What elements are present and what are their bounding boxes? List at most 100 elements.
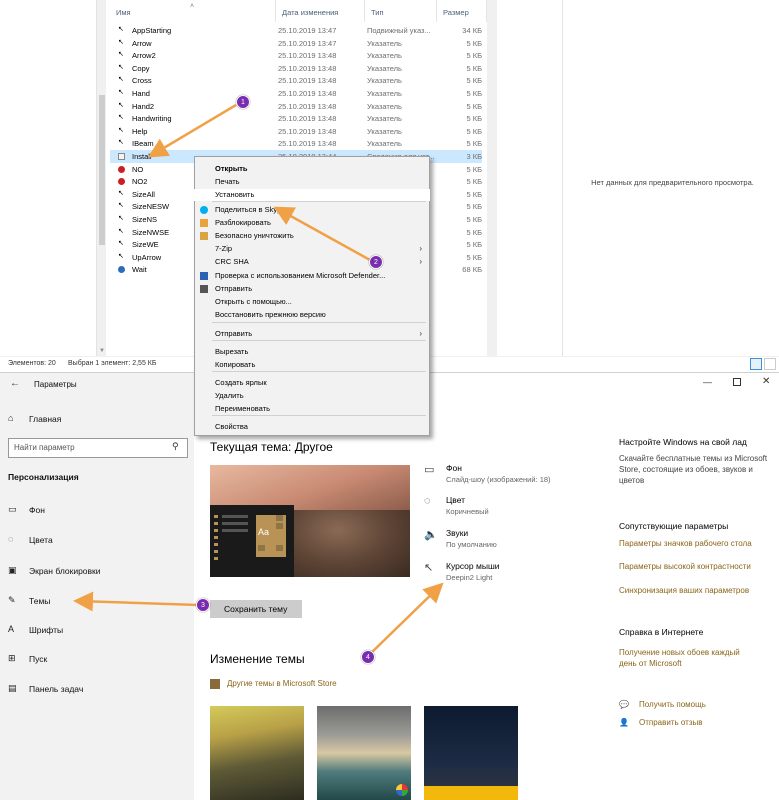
file-list-scrollbar[interactable] [487, 0, 497, 356]
image-icon: ▭ [424, 464, 435, 476]
file-row[interactable]: ↖ Hand 25.10.2019 13:48 Указатель 5 КБ [110, 87, 482, 100]
hand-icon: ↖ [118, 101, 124, 109]
cursor-icon: ↖ [118, 63, 124, 71]
related-link-sync[interactable]: Синхронизация ваших параметров [619, 585, 774, 596]
search-placeholder: Найти параметр [14, 443, 75, 452]
context-menu-item[interactable]: Свойства [194, 421, 430, 433]
file-date: 25.10.2019 13:48 [278, 114, 337, 124]
context-menu-item[interactable]: Поделиться в Skype [194, 204, 430, 216]
file-type: Указатель [367, 114, 402, 124]
context-menu-item[interactable]: Отправить [194, 283, 430, 295]
search-icon[interactable]: ⚲ [172, 441, 179, 452]
context-menu-item[interactable]: Вырезать [194, 346, 430, 358]
home-icon: ⌂ [8, 413, 14, 423]
sort-ascending-icon: ˄ [190, 3, 195, 10]
related-link-high-contrast[interactable]: Параметры высокой контрастности [619, 561, 774, 572]
file-row[interactable]: ↖ Cross 25.10.2019 13:48 Указатель 5 КБ [110, 74, 482, 87]
theme-property-title: Цвет [446, 495, 466, 505]
file-size: 5 КБ [466, 240, 482, 250]
shred-icon [200, 232, 208, 240]
back-arrow-icon[interactable]: ← [10, 378, 20, 389]
column-header-type[interactable]: Тип [365, 0, 437, 22]
file-date: 25.10.2019 13:47 [278, 38, 337, 48]
store-bag-icon [210, 679, 220, 689]
step-badge-1: 1 [236, 95, 250, 109]
file-row[interactable]: ↖ Hand2 25.10.2019 13:48 Указатель 5 КБ [110, 100, 482, 113]
column-header-size[interactable]: Размер [437, 0, 487, 22]
context-menu-item[interactable]: Безопасно уничтожить [194, 230, 430, 242]
maximize-icon[interactable] [733, 378, 741, 386]
settings-file-icon [118, 153, 125, 160]
start-icon: ⊞ [8, 653, 16, 663]
context-menu-item[interactable]: Открыть с помощью... [194, 296, 430, 308]
file-row[interactable]: ↖ Copy 25.10.2019 13:48 Указатель 5 КБ [110, 62, 482, 75]
details-view-button[interactable] [750, 358, 762, 370]
file-type: Подвижный указ... [367, 26, 431, 35]
get-help-label: Получить помощь [639, 700, 706, 709]
color-wheel-icon [396, 784, 408, 796]
resize-icon: ↖ [118, 240, 124, 248]
help-heading: Справка в Интернете [619, 627, 704, 637]
context-menu-label: Создать ярлык [215, 378, 267, 387]
file-name: SizeNESW [132, 202, 170, 212]
file-row[interactable]: ↖ Arrow 25.10.2019 13:47 Указатель 5 КБ [110, 37, 482, 50]
context-menu-item[interactable]: Открыть [194, 163, 430, 175]
context-menu-item[interactable]: Печать [194, 176, 430, 188]
context-menu-label: Проверка с использованием Microsoft Defe… [215, 271, 386, 280]
menu-separator [212, 322, 426, 323]
wait-icon [118, 266, 125, 274]
theme-thumbnail-3[interactable] [424, 706, 518, 800]
file-name: Handwriting [132, 114, 172, 124]
status-selection: Выбран 1 элемент: 2,55 КБ [68, 360, 157, 367]
nav-item-label: Экран блокировки [29, 566, 101, 576]
nav-item-label: Шрифты [29, 625, 64, 635]
taskbar-icon: ▤ [8, 683, 17, 693]
context-menu-label: Восстановить прежнюю версию [215, 310, 326, 319]
store-themes-link[interactable]: Другие темы в Microsoft Store [227, 679, 337, 688]
context-menu-item[interactable]: Создать ярлык [194, 377, 430, 389]
file-row[interactable]: ↖ Help 25.10.2019 13:48 Указатель 5 КБ [110, 125, 482, 138]
related-link-desktop-icons[interactable]: Параметры значков рабочего стола [619, 538, 774, 549]
scroll-down-arrow-icon[interactable]: ▼ [99, 348, 105, 354]
file-size: 34 КБ [462, 26, 482, 35]
context-menu-item[interactable]: Разблокировать [194, 217, 430, 229]
context-menu-item[interactable]: Проверка с использованием Microsoft Defe… [194, 270, 430, 282]
file-size: 68 КБ [462, 265, 482, 275]
column-header-date[interactable]: Дата изменения [276, 0, 365, 22]
navigation-scrollbar[interactable]: ▼ [96, 0, 106, 356]
theme-thumbnail-1[interactable] [210, 706, 304, 800]
context-menu-item[interactable]: CRC SHA › [194, 256, 430, 268]
context-menu-item[interactable]: Восстановить прежнюю версию [194, 309, 430, 321]
context-menu-item[interactable]: Копировать [194, 359, 430, 371]
menu-separator [212, 201, 426, 202]
scrollbar-thumb[interactable] [99, 95, 105, 245]
nav-item-label: Темы [29, 596, 51, 606]
context-menu-item[interactable]: 7-Zip › [194, 243, 430, 255]
daily-wallpaper-link[interactable]: Получение новых обоев каждый день от Mic… [619, 647, 759, 669]
close-icon[interactable]: ✕ [762, 376, 770, 387]
file-name: NO2 [132, 177, 148, 187]
file-name: SizeWE [132, 240, 159, 250]
nav-item-label: Фон [29, 505, 45, 515]
context-menu-label: Поделиться в Skype [215, 205, 286, 214]
file-size: 5 КБ [466, 202, 482, 212]
minimize-icon[interactable]: — [703, 377, 712, 387]
file-row[interactable]: ↖ Arrow2 25.10.2019 13:48 Указатель 5 КБ [110, 49, 482, 62]
unlock-icon [200, 219, 208, 227]
resize-icon: ↖ [118, 202, 124, 210]
cursor-icon: ↖ [118, 51, 124, 59]
file-row[interactable]: ↖ Handwriting 25.10.2019 13:48 Указатель 5 К… [110, 112, 482, 125]
file-size: 5 КБ [466, 189, 482, 199]
file-row[interactable]: ↖ AppStarting 25.10.2019 13:47 Подвижный ук… [110, 24, 482, 37]
context-menu-item[interactable]: Переименовать [194, 403, 430, 415]
large-icons-view-button[interactable] [764, 358, 776, 370]
file-name: Arrow [132, 38, 152, 48]
context-menu-item[interactable]: Удалить [194, 390, 430, 402]
file-size: 5 КБ [466, 126, 482, 136]
file-date: 25.10.2019 13:48 [278, 139, 337, 149]
ibeam-icon: ↖ [118, 139, 124, 147]
context-menu-item[interactable]: Отправить › [194, 328, 430, 340]
file-row[interactable]: ↖ IBeam 25.10.2019 13:48 Указатель 5 КБ [110, 137, 482, 150]
file-size: 5 КБ [466, 51, 482, 61]
context-menu-item[interactable]: Установить [194, 189, 430, 201]
